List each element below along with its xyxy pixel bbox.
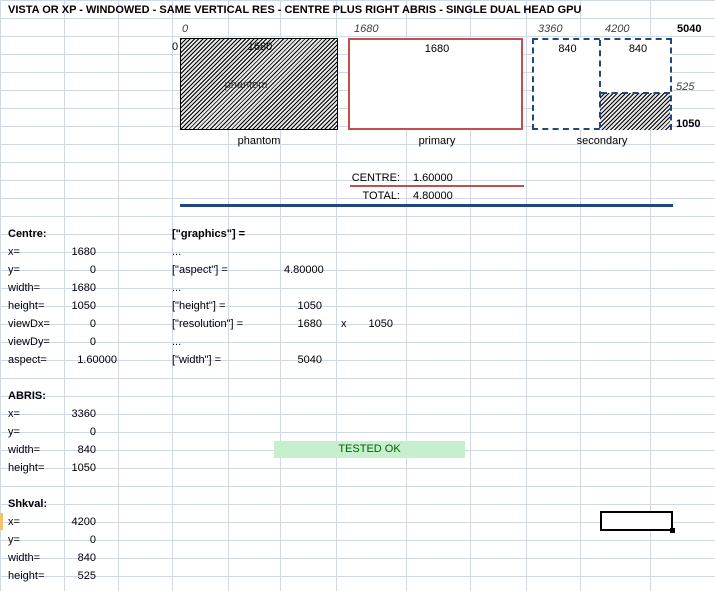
graphics-height-value[interactable]: 1050 <box>284 299 322 313</box>
shkval-region[interactable] <box>600 93 670 130</box>
axis-label-1680: 1680 <box>354 23 379 35</box>
centre-heading: Centre: <box>8 228 47 240</box>
section-separator-blue <box>180 204 673 207</box>
summary-separator-red <box>350 185 524 187</box>
shkval-x-label: x= <box>8 516 20 528</box>
centre-width-label: width= <box>8 282 41 294</box>
shkval-width-label: width= <box>8 552 41 564</box>
graphics-height-label: ["height"] = <box>172 300 226 312</box>
caption-phantom: phantom <box>237 135 281 147</box>
centre-aspect-label: CENTRE: <box>351 172 400 184</box>
right-label-525: 525 <box>676 81 695 93</box>
abris-heading: ABRIS: <box>8 390 46 402</box>
abris-x-value[interactable]: 3360 <box>64 407 96 421</box>
centre-aspect-value[interactable]: 1.60000 <box>413 171 453 185</box>
graphics-resolution-width[interactable]: 1680 <box>284 317 322 331</box>
centre-x-value[interactable]: 1680 <box>64 245 96 259</box>
graphics-resolution-x: x <box>341 318 347 330</box>
tested-ok-status: TESTED OK <box>274 441 465 458</box>
shkval-y-label: y= <box>8 534 20 546</box>
total-aspect-label: TOTAL: <box>362 190 401 202</box>
axis-label-3360: 3360 <box>538 23 563 35</box>
abris-width-label: 840 <box>558 43 577 55</box>
graphics-aspect-value[interactable]: 4.80000 <box>284 263 324 277</box>
axis-label-0: 0 <box>182 23 189 35</box>
phantom-width-label: 1680 <box>247 41 273 53</box>
shkval-width-label: 840 <box>628 43 648 55</box>
primary-width-label: 1680 <box>424 43 450 55</box>
shkval-height-value[interactable]: 525 <box>64 569 96 583</box>
graphics-aspect-label: ["aspect"] = <box>172 264 228 276</box>
axis-label-4200: 4200 <box>605 23 630 35</box>
caption-primary: primary <box>418 135 456 147</box>
centre-aspect-value-row[interactable]: 1.60000 <box>64 353 117 367</box>
sheet-title: VISTA OR XP - WINDOWED - SAME VERTICAL R… <box>8 4 582 16</box>
fill-handle[interactable] <box>670 528 675 533</box>
graphics-heading: ["graphics"] = <box>172 228 246 240</box>
centre-aspect-label-row: aspect= <box>8 354 47 366</box>
shkval-width-value[interactable]: 840 <box>64 551 96 565</box>
centre-viewdy-label: viewDy= <box>8 336 50 348</box>
abris-x-label: x= <box>8 408 20 420</box>
centre-height-value[interactable]: 1050 <box>64 299 96 313</box>
total-aspect-value[interactable]: 4.80000 <box>413 189 453 203</box>
abris-width-value[interactable]: 840 <box>64 443 96 457</box>
shkval-height-label: height= <box>8 570 45 582</box>
right-label-1050: 1050 <box>676 118 701 130</box>
centre-viewdy-value[interactable]: 0 <box>64 335 96 349</box>
shkval-heading: Shkval: <box>8 498 48 510</box>
graphics-ellipsis-2: ... <box>172 282 182 294</box>
graphics-width-label: ["width"] = <box>172 354 222 366</box>
centre-x-label: x= <box>8 246 20 258</box>
active-row-marker <box>0 513 3 530</box>
phantom-region-label: phantom <box>224 79 268 91</box>
centre-y-value[interactable]: 0 <box>64 263 96 277</box>
abris-height-value[interactable]: 1050 <box>64 461 96 475</box>
centre-y-label: y= <box>8 264 20 276</box>
centre-viewdx-value[interactable]: 0 <box>64 317 96 331</box>
centre-viewdx-label: viewDx= <box>8 318 50 330</box>
secondary-divider-horizontal <box>601 92 670 94</box>
shkval-x-value[interactable]: 4200 <box>64 515 96 529</box>
graphics-ellipsis-3: ... <box>172 336 182 348</box>
abris-y-label: y= <box>8 426 20 438</box>
graphics-resolution-label: ["resolution"] = <box>172 318 244 330</box>
graphics-ellipsis-1: ... <box>172 246 182 258</box>
secondary-divider-vertical <box>599 40 601 128</box>
centre-width-value[interactable]: 1680 <box>64 281 96 295</box>
axis-label-5040: 5040 <box>677 23 702 35</box>
active-cell-selection[interactable] <box>600 511 673 531</box>
abris-width-label-row: width= <box>8 444 41 456</box>
phantom-origin-label: 0 <box>172 41 179 53</box>
abris-height-label: height= <box>8 462 45 474</box>
graphics-width-value[interactable]: 5040 <box>284 353 322 367</box>
shkval-y-value[interactable]: 0 <box>64 533 96 547</box>
caption-secondary: secondary <box>576 135 628 147</box>
centre-height-label: height= <box>8 300 45 312</box>
graphics-resolution-height[interactable]: 1050 <box>355 317 393 331</box>
abris-y-value[interactable]: 0 <box>64 425 96 439</box>
